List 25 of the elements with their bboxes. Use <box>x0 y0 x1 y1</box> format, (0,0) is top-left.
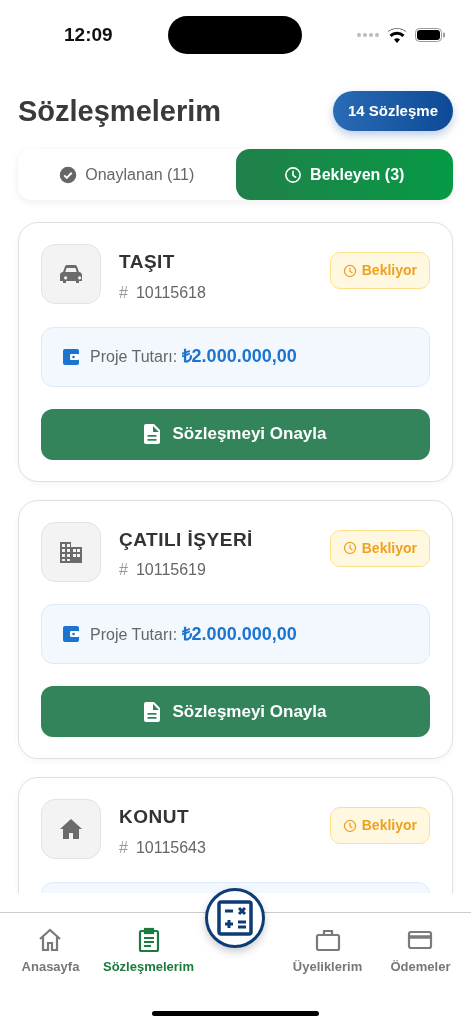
hash-sign: # <box>119 560 128 580</box>
status-badge: Bekliyor <box>329 807 430 844</box>
approve-contract-button[interactable]: Sözleşmeyi Onayla <box>41 686 430 737</box>
filter-tab[interactable]: Onaylanan (11) <box>18 149 236 200</box>
contract-title: ÇATILI İŞYERİ <box>119 527 254 552</box>
contract-count-badge[interactable]: 14 Sözleşme <box>332 90 453 132</box>
project-amount: Proje Tutarı: ₺2.000.000,00 <box>90 622 297 646</box>
nav-tab[interactable]: Sözleşmelerim <box>97 913 201 1024</box>
hash-sign: # <box>119 837 128 858</box>
status-badge: Bekliyor <box>329 529 430 567</box>
nav-tab[interactable]: Üyeliklerim <box>281 913 374 1024</box>
project-amount: Proje Tutarı: ₺2.000.000,00 <box>90 345 297 368</box>
approve-contract-button[interactable]: Sözleşmeyi Onayla <box>41 408 430 460</box>
page-title: Sözleşmelerim <box>18 93 222 129</box>
contract-title: KONUT <box>119 805 191 829</box>
status-time: 12:09 <box>64 22 113 47</box>
status-badge: Bekliyor <box>329 252 430 289</box>
nav-tab[interactable]: Ödemeler <box>374 913 467 1024</box>
contract-title: TAŞIT <box>119 250 176 274</box>
contract-number: 10115618 <box>135 282 206 303</box>
nav-tab[interactable]: Anasayfa <box>4 913 97 1024</box>
contract-number: 10115643 <box>135 837 206 858</box>
hash-sign: # <box>119 282 128 303</box>
filter-tab[interactable]: Bekleyen (3) <box>235 149 453 200</box>
contract-number: 10115619 <box>135 560 206 580</box>
